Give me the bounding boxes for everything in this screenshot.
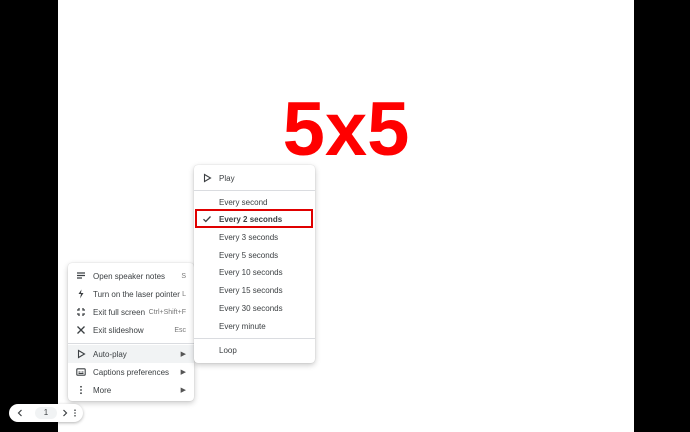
interval-every-15-seconds[interactable]: Every 15 seconds xyxy=(194,281,315,299)
submenu-arrow-icon: ▶ xyxy=(180,351,186,358)
chevron-right-icon xyxy=(63,409,68,417)
autoplay-play-label: Play xyxy=(219,173,235,183)
menu-item-label: Turn on the laser pointer xyxy=(93,289,180,299)
more-vertical-icon xyxy=(76,385,86,395)
menu-item-open-speaker-notes[interactable]: Open speaker notes S xyxy=(68,267,194,285)
play-icon xyxy=(202,173,212,183)
autoplay-play-item[interactable]: Play xyxy=(194,169,315,187)
menu-item-auto-play[interactable]: Auto-play ▶ xyxy=(68,345,194,363)
more-vertical-icon xyxy=(74,409,76,417)
menu-item-shortcut: S xyxy=(181,272,186,280)
interval-label: Every second xyxy=(219,197,268,207)
notes-icon xyxy=(76,271,86,281)
slide-title: 5x5 xyxy=(282,87,410,172)
interval-label: Every 30 seconds xyxy=(219,303,283,313)
menu-item-exit-full-screen[interactable]: Exit full screen Ctrl+Shift+F xyxy=(68,303,194,321)
chevron-left-icon xyxy=(17,409,22,417)
menu-item-laser-pointer[interactable]: Turn on the laser pointer L xyxy=(68,285,194,303)
captions-icon xyxy=(76,367,86,377)
menu-item-shortcut: L xyxy=(182,290,186,298)
menu-item-shortcut: Esc xyxy=(174,326,186,334)
interval-label: Every 3 seconds xyxy=(219,232,279,242)
menu-item-label: Open speaker notes xyxy=(93,271,166,281)
options-menu-button[interactable] xyxy=(69,407,81,419)
exit-fullscreen-icon xyxy=(76,307,86,317)
presenter-options-menu: Open speaker notes S Turn on the laser p… xyxy=(68,263,194,401)
previous-slide-button[interactable] xyxy=(14,407,26,419)
menu-item-label: Exit full screen xyxy=(93,307,146,317)
interval-every-5-seconds[interactable]: Every 5 seconds xyxy=(194,246,315,264)
interval-every-minute[interactable]: Every minute xyxy=(194,317,315,335)
page-number[interactable]: 1 xyxy=(35,407,57,419)
selection-highlight-box xyxy=(195,209,313,228)
play-icon xyxy=(76,349,86,359)
interval-label: Every 5 seconds xyxy=(219,250,279,260)
close-icon xyxy=(76,325,86,335)
interval-every-3-seconds[interactable]: Every 3 seconds xyxy=(194,228,315,246)
menu-item-label: Exit slideshow xyxy=(93,325,144,335)
autoplay-loop-label: Loop xyxy=(219,345,237,355)
laser-pointer-icon xyxy=(76,289,86,299)
interval-label: Every minute xyxy=(219,321,266,331)
interval-label: Every 10 seconds xyxy=(219,267,283,277)
autoplay-loop-item[interactable]: Loop xyxy=(194,341,315,359)
menu-item-label: Captions preferences xyxy=(93,367,170,377)
submenu-arrow-icon: ▶ xyxy=(180,369,186,376)
menu-item-shortcut: Ctrl+Shift+F xyxy=(148,308,186,316)
slide-navigation-bar: 1 xyxy=(9,404,83,422)
menu-item-label: Auto-play xyxy=(93,349,127,359)
menu-item-captions-preferences[interactable]: Captions preferences ▶ xyxy=(68,363,194,381)
submenu-arrow-icon: ▶ xyxy=(180,387,186,394)
interval-every-30-seconds[interactable]: Every 30 seconds xyxy=(194,299,315,317)
menu-divider xyxy=(68,343,194,344)
interval-every-10-seconds[interactable]: Every 10 seconds xyxy=(194,263,315,281)
autoplay-submenu: Play Every second Every 2 seconds Every … xyxy=(194,165,315,363)
menu-divider xyxy=(194,338,315,339)
menu-divider xyxy=(194,190,315,191)
interval-label: Every 15 seconds xyxy=(219,285,283,295)
menu-item-label: More xyxy=(93,385,112,395)
menu-item-more[interactable]: More ▶ xyxy=(68,381,194,399)
menu-item-exit-slideshow[interactable]: Exit slideshow Esc xyxy=(68,321,194,339)
